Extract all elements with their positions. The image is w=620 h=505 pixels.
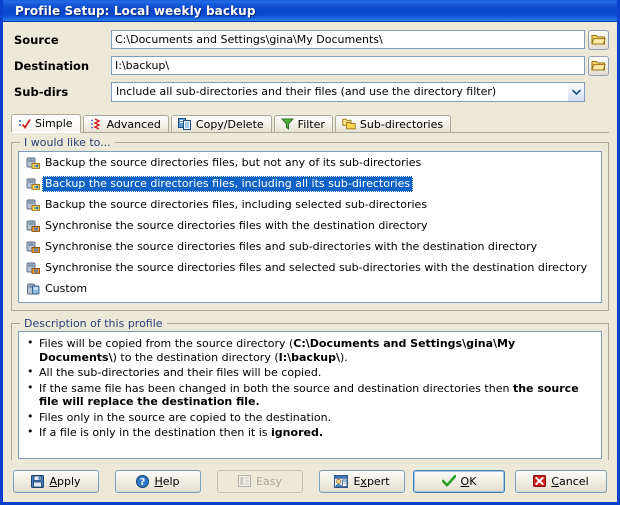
apply-button-label: Apply: [49, 474, 81, 488]
backup-folder-icon: [24, 156, 42, 170]
list-item[interactable]: Synchronise the source directories files…: [19, 236, 601, 257]
description-bullet-list: Files will be copied from the source dir…: [23, 336, 595, 440]
list-item[interactable]: Backup the source directories files, inc…: [19, 194, 601, 215]
list-item-label: Synchronise the source directories files…: [45, 260, 588, 274]
source-browse-button[interactable]: [588, 29, 609, 50]
destination-browse-button[interactable]: [588, 55, 609, 76]
custom-folder-icon: [24, 282, 42, 296]
subdirs-label: Sub-dirs: [14, 84, 69, 99]
ok-button[interactable]: OK: [413, 469, 505, 493]
list-item[interactable]: Backup the source directories files, inc…: [19, 173, 601, 194]
destination-input[interactable]: [111, 56, 585, 75]
list-item-label: Synchronise the source directories files…: [45, 239, 538, 253]
options-groupbox-legend: I would like to...: [20, 136, 115, 149]
tab-filter-label: Filter: [297, 117, 325, 131]
tab-advanced-label: Advanced: [106, 117, 161, 131]
backup-folder-icon: [24, 198, 42, 212]
green-check-icon: [441, 474, 456, 487]
expert-user-icon: [334, 474, 349, 488]
apply-button[interactable]: Apply: [13, 469, 99, 493]
description-bullet: If the same file has been changed in bot…: [27, 381, 595, 409]
destination-row: Destination: [11, 55, 609, 76]
sync-folder-icon: [24, 261, 42, 275]
list-item-label: Synchronise the source directories files…: [45, 218, 428, 232]
easy-panel-icon: [238, 475, 252, 487]
tab-copy-delete-label: Copy/Delete: [195, 117, 264, 131]
red-cross-icon: [533, 475, 547, 487]
tab-simple-label: Simple: [35, 117, 73, 130]
ok-button-label: OK: [460, 474, 477, 488]
blue-document-pages-icon: [177, 118, 192, 130]
dialog-button-bar: Apply ? Help Easy Expert OK Cancel: [3, 460, 617, 502]
list-item-label: Backup the source directories files, inc…: [45, 197, 428, 211]
easy-button: Easy: [217, 469, 303, 493]
paths-section: Source Destination: [3, 22, 617, 111]
list-item-label: Custom: [45, 281, 88, 295]
folder-icon: [591, 33, 606, 46]
tab-advanced[interactable]: Advanced: [82, 115, 169, 132]
tab-sub-directories[interactable]: Sub-directories: [334, 115, 452, 132]
profile-description-panel: Files will be copied from the source dir…: [18, 331, 602, 459]
help-button-label: Help: [154, 474, 180, 488]
destination-label: Destination: [14, 58, 90, 73]
sync-folder-icon: [24, 219, 42, 233]
options-groupbox: I would like to... Backup the source dir…: [11, 136, 609, 311]
list-item[interactable]: Backup the source directories files, but…: [19, 152, 601, 173]
list-item-label: Backup the source directories files, inc…: [42, 175, 414, 192]
description-bullet: All the sub-directories and their files …: [27, 365, 595, 380]
floppy-save-icon: [31, 474, 45, 488]
source-label: Source: [14, 32, 59, 47]
description-groupbox: Description of this profile Files will b…: [11, 317, 609, 468]
green-funnel-icon: [280, 118, 294, 130]
red-zigzag-list-icon: [90, 118, 103, 130]
description-bullet: If a file is only in the destination the…: [27, 425, 595, 440]
description-bullet: Files only in the source are copied to t…: [27, 410, 595, 425]
expert-button-label: Expert: [353, 474, 390, 488]
tab-sub-directories-label: Sub-directories: [359, 117, 444, 131]
description-groupbox-legend: Description of this profile: [20, 317, 167, 330]
chevron-down-icon[interactable]: [567, 82, 584, 101]
description-bullet: Files will be copied from the source dir…: [27, 336, 595, 364]
cancel-button-label: Cancel: [551, 474, 589, 488]
yellow-folders-icon: [342, 118, 356, 130]
folder-icon: [591, 59, 606, 72]
list-item[interactable]: Synchronise the source directories files…: [19, 257, 601, 278]
subdirs-row: Sub-dirs Include all sub-directories and…: [11, 81, 609, 102]
profile-setup-dialog: Profile Setup: Local weekly backup Sourc…: [0, 0, 620, 505]
source-input[interactable]: [111, 30, 585, 49]
sync-folder-icon: [24, 240, 42, 254]
tab-simple[interactable]: Simple: [11, 114, 81, 133]
tab-filter[interactable]: Filter: [273, 115, 333, 132]
list-item-label: Backup the source directories files, but…: [45, 155, 422, 169]
backup-folder-icon: [24, 177, 42, 191]
window-title: Profile Setup: Local weekly backup: [15, 3, 256, 18]
list-item[interactable]: Custom: [19, 278, 601, 299]
subdirs-select[interactable]: Include all sub-directories and their fi…: [111, 81, 585, 102]
cancel-button[interactable]: Cancel: [515, 469, 607, 493]
help-button[interactable]: ? Help: [115, 469, 201, 493]
easy-button-label: Easy: [256, 474, 282, 488]
title-bar[interactable]: Profile Setup: Local weekly backup: [3, 0, 617, 22]
subdirs-selected-value: Include all sub-directories and their fi…: [116, 85, 497, 98]
list-item[interactable]: Synchronise the source directories files…: [19, 215, 601, 236]
tab-strip: Simple Advanced Copy/Delete Filter Sub-d…: [11, 113, 609, 133]
question-help-icon: ?: [136, 474, 150, 488]
expert-button[interactable]: Expert: [319, 469, 405, 493]
profile-type-listbox[interactable]: Backup the source directories files, but…: [18, 151, 602, 303]
tab-copy-delete[interactable]: Copy/Delete: [170, 115, 272, 132]
source-row: Source: [11, 29, 609, 50]
red-check-icon: [18, 118, 31, 130]
svg-text:?: ?: [140, 477, 146, 488]
